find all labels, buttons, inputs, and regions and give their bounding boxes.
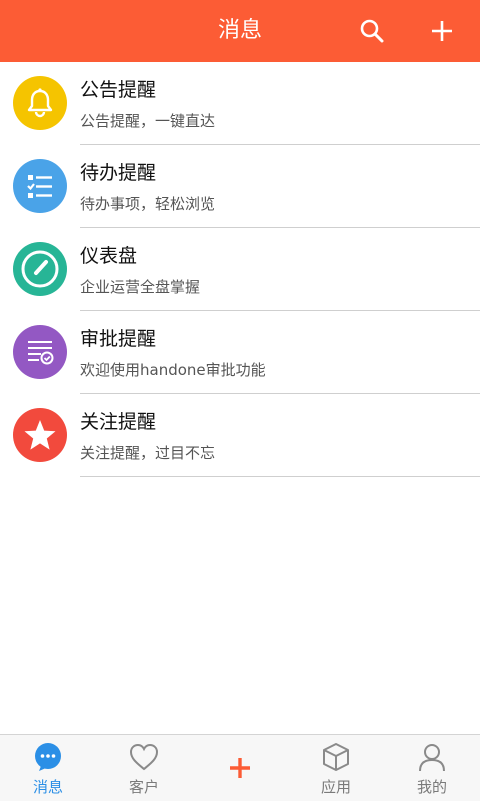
list-item-subtitle: 欢迎使用handone审批功能 <box>80 361 266 379</box>
list-item-title: 仪表盘 <box>80 245 138 267</box>
tab-profile[interactable]: 我的 <box>384 735 480 801</box>
approval-icon <box>13 325 67 379</box>
list-item-title: 审批提醒 <box>80 328 157 350</box>
tab-apps[interactable]: 应用 <box>288 735 384 801</box>
message-list: 公告提醒 公告提醒，一键直达 待办提醒 待办事项，轻松浏览 仪表盘 企业运营全盘… <box>0 62 480 477</box>
bottom-tab-bar: 消息 客户 应用 我的 <box>0 734 480 801</box>
gauge-icon <box>13 242 67 296</box>
tab-add-button[interactable] <box>192 735 288 801</box>
list-item-subtitle: 公告提醒，一键直达 <box>80 112 216 130</box>
bell-icon <box>13 76 67 130</box>
tab-label: 客户 <box>128 778 159 796</box>
heart-icon <box>129 743 159 771</box>
list-item-subtitle: 关注提醒，过目不忘 <box>80 444 216 462</box>
star-icon <box>13 408 67 462</box>
tab-label: 应用 <box>320 778 351 796</box>
search-icon <box>360 19 384 43</box>
search-button[interactable] <box>354 13 390 49</box>
list-item-subtitle: 企业运营全盘掌握 <box>80 278 201 296</box>
plus-icon <box>230 758 250 778</box>
list-item-title: 待办提醒 <box>80 162 157 184</box>
person-icon <box>419 744 445 772</box>
tab-label: 我的 <box>416 778 447 796</box>
tab-label: 消息 <box>32 778 63 796</box>
chat-bubble-icon <box>35 743 61 771</box>
list-item-todo[interactable]: 待办提醒 待办事项，轻松浏览 <box>0 145 480 228</box>
list-item-approval[interactable]: 审批提醒 欢迎使用handone审批功能 <box>0 311 480 394</box>
tab-messages[interactable]: 消息 <box>0 735 96 801</box>
header-bar: 消息 <box>0 0 480 62</box>
list-item-follow[interactable]: 关注提醒 关注提醒，过目不忘 <box>0 394 480 477</box>
list-item-subtitle: 待办事项，轻松浏览 <box>80 195 216 213</box>
page-title: 消息 <box>217 18 262 43</box>
checklist-icon <box>13 159 67 213</box>
add-button[interactable] <box>424 13 460 49</box>
tab-customers[interactable]: 客户 <box>96 735 192 801</box>
plus-icon <box>432 21 452 41</box>
list-item-dashboard[interactable]: 仪表盘 企业运营全盘掌握 <box>0 228 480 311</box>
divider <box>80 476 480 477</box>
list-item-title: 公告提醒 <box>80 79 157 101</box>
list-item-announcement[interactable]: 公告提醒 公告提醒，一键直达 <box>0 62 480 145</box>
list-item-title: 关注提醒 <box>80 411 157 433</box>
cube-icon <box>323 743 349 771</box>
